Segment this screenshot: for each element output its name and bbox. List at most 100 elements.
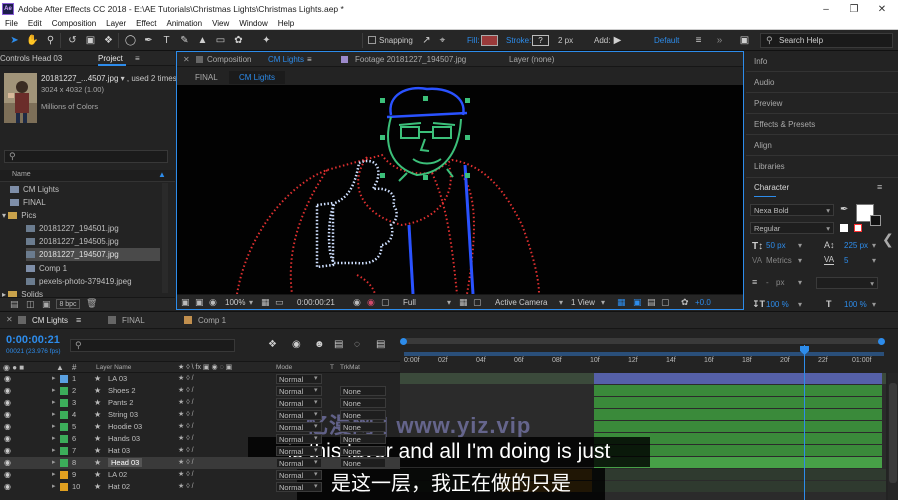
graph-editor-icon[interactable]: ▤: [376, 339, 385, 350]
zoom-tool-icon[interactable]: ⚲: [44, 34, 57, 47]
layer-label-color[interactable]: [60, 387, 68, 395]
menu-window[interactable]: Window: [234, 19, 272, 28]
stroke-style-select[interactable]: ▾: [816, 277, 878, 289]
menu-animation[interactable]: Animation: [161, 19, 207, 28]
layer-bar-shoes-2[interactable]: [594, 385, 882, 396]
layer-label-color[interactable]: [60, 447, 68, 455]
font-style-select[interactable]: Regular ▾: [750, 222, 834, 234]
project-search-input[interactable]: ⚲: [4, 150, 168, 163]
brush-tool-icon[interactable]: ✎: [178, 34, 191, 47]
leading-value[interactable]: 225 px: [844, 241, 868, 250]
expand-layer-icon[interactable]: ▸: [52, 410, 56, 418]
effects-presets-panel-tab[interactable]: Effects & Presets: [754, 120, 815, 129]
project-item-final[interactable]: FINAL: [10, 196, 170, 209]
leading-dropdown-icon[interactable]: ▾: [872, 241, 876, 250]
menu-file[interactable]: File: [0, 19, 23, 28]
footage-dropdown-icon[interactable]: ▾: [121, 74, 125, 83]
layer-name[interactable]: LA 03: [108, 374, 127, 383]
type-tool-icon[interactable]: T: [160, 34, 173, 47]
sync-settings-icon[interactable]: ▣: [738, 34, 751, 47]
timeline-tab-menu-icon[interactable]: ≡: [76, 315, 81, 325]
transparency-grid-icon[interactable]: ▦: [459, 297, 468, 308]
vr-glasses-icon[interactable]: ◉: [209, 297, 217, 308]
pan-behind-tool-icon[interactable]: ❖: [102, 34, 115, 47]
layer-name[interactable]: LA 02: [108, 470, 127, 479]
camera-select[interactable]: Active Camera: [495, 298, 547, 307]
mode-column-header[interactable]: Mode: [276, 364, 292, 371]
roto-brush-tool-icon[interactable]: ✿: [232, 34, 245, 47]
eye-visibility-icon[interactable]: ◉: [4, 458, 11, 467]
align-panel-tab[interactable]: Align: [754, 141, 772, 150]
expand-layer-icon[interactable]: ▸: [52, 374, 56, 382]
breadcrumb-final[interactable]: FINAL: [195, 73, 218, 82]
delete-icon[interactable]: 🗑: [86, 298, 97, 309]
draft-3d-icon[interactable]: ◉: [292, 339, 301, 350]
safe-zones-icon[interactable]: ▦: [261, 297, 270, 308]
shy-layers-icon[interactable]: ☻: [314, 339, 325, 350]
minimize-button[interactable]: –: [812, 0, 840, 18]
puppet-pin-tool-icon[interactable]: ✦: [260, 34, 273, 47]
layer-label-color[interactable]: [60, 483, 68, 491]
search-help-input[interactable]: ⚲ Search Help: [760, 33, 893, 48]
expand-layer-icon[interactable]: ▸: [52, 434, 56, 442]
layer-switches-icons[interactable]: ★ ◊ /: [178, 374, 194, 382]
vertical-scale-value[interactable]: 100 %: [766, 300, 789, 309]
font-size-dropdown-icon[interactable]: ▾: [798, 241, 802, 250]
expand-layer-icon[interactable]: ▸: [52, 398, 56, 406]
sort-arrow-icon[interactable]: ▲: [158, 170, 166, 179]
layer-name-column-header[interactable]: Layer Name: [96, 364, 131, 371]
layer-row[interactable]: ◉ ▸ 7 ★ Hat 03 ★ ◊ / Normal ▾ None: [0, 445, 400, 457]
stroke-width-dash[interactable]: -: [766, 278, 769, 287]
stroke-swatch[interactable]: ?: [532, 35, 549, 46]
eye-visibility-icon[interactable]: ◉: [4, 374, 11, 383]
trkmat-select[interactable]: None: [340, 398, 386, 408]
resolution-select[interactable]: Full: [403, 298, 416, 307]
layer-row[interactable]: ◉ ▸ 10 ★ Hat 02 ★ ◊ / Normal ▾: [0, 481, 400, 493]
trkmat-select[interactable]: None: [340, 410, 386, 420]
timeline-vertical-scrollbar[interactable]: [888, 373, 898, 500]
mode-dropdown-icon[interactable]: ▾: [314, 446, 318, 454]
region-of-interest-icon[interactable]: ▢: [381, 297, 390, 308]
snap-edges-icon[interactable]: ↗: [420, 34, 433, 47]
workspace-default[interactable]: Default: [654, 36, 679, 45]
layer-name[interactable]: Hat 02: [108, 482, 130, 491]
layer-row[interactable]: ◉ ▸ 4 ★ String 03 ★ ◊ / Normal ▾ None: [0, 409, 400, 421]
mode-dropdown-icon[interactable]: ▾: [314, 458, 318, 466]
snapshot-camera-icon[interactable]: ◉: [353, 297, 361, 308]
eye-visibility-icon[interactable]: ◉: [4, 434, 11, 443]
stroke-width-dropdown-icon[interactable]: ▾: [798, 278, 802, 287]
mode-dropdown-icon[interactable]: ▾: [314, 386, 318, 394]
kerning-dropdown-icon[interactable]: ▾: [798, 256, 802, 265]
horizontal-scale-dropdown-icon[interactable]: ▾: [872, 300, 876, 309]
trkmat-column-header[interactable]: TrkMat: [340, 364, 360, 371]
layer-switches-icons[interactable]: ★ ◊ /: [178, 422, 194, 430]
tracking-value[interactable]: 5: [844, 256, 848, 265]
font-family-select[interactable]: Nexa Bold ▾: [750, 204, 834, 216]
layer-switches-icons[interactable]: ★ ◊ /: [178, 434, 194, 442]
menu-effect[interactable]: Effect: [131, 19, 161, 28]
eye-visibility-icon[interactable]: ◉: [4, 422, 11, 431]
new-folder-icon[interactable]: ◫: [26, 299, 35, 310]
mode-dropdown-icon[interactable]: ▾: [314, 410, 318, 418]
info-panel-tab[interactable]: Info: [754, 57, 767, 66]
layer-row[interactable]: ◉ ▸ 6 ★ Hands 03 ★ ◊ / Normal ▾ None: [0, 433, 400, 445]
timeline-scroll-thumb[interactable]: [889, 383, 897, 483]
stroke-color-black[interactable]: [870, 215, 881, 226]
zoom-start-handle[interactable]: [400, 338, 407, 345]
project-item-cm-lights[interactable]: CM Lights: [10, 183, 170, 196]
pen-tool-icon[interactable]: ✒: [142, 34, 155, 47]
expand-layer-icon[interactable]: ▸: [52, 458, 56, 466]
layer-name[interactable]: Head 03: [108, 458, 143, 467]
view-options-icon[interactable]: ▣: [195, 297, 204, 308]
layer-name[interactable]: String 03: [108, 410, 138, 419]
timeline-link-icon[interactable]: ▣: [633, 297, 642, 308]
eye-visibility-icon[interactable]: ◉: [4, 386, 11, 395]
eraser-tool-icon[interactable]: ▭: [214, 34, 227, 47]
view-layout-dropdown-icon[interactable]: ▾: [601, 298, 605, 307]
layer-switches-icons[interactable]: ★ ◊ /: [178, 398, 194, 406]
name-column-header[interactable]: Name: [12, 171, 31, 178]
mask-visibility-icon[interactable]: ▭: [275, 297, 284, 308]
mode-dropdown-icon[interactable]: ▾: [314, 482, 318, 490]
stroke-width-value[interactable]: 2 px: [558, 36, 573, 45]
zoom-dropdown-icon[interactable]: ▾: [249, 298, 253, 307]
